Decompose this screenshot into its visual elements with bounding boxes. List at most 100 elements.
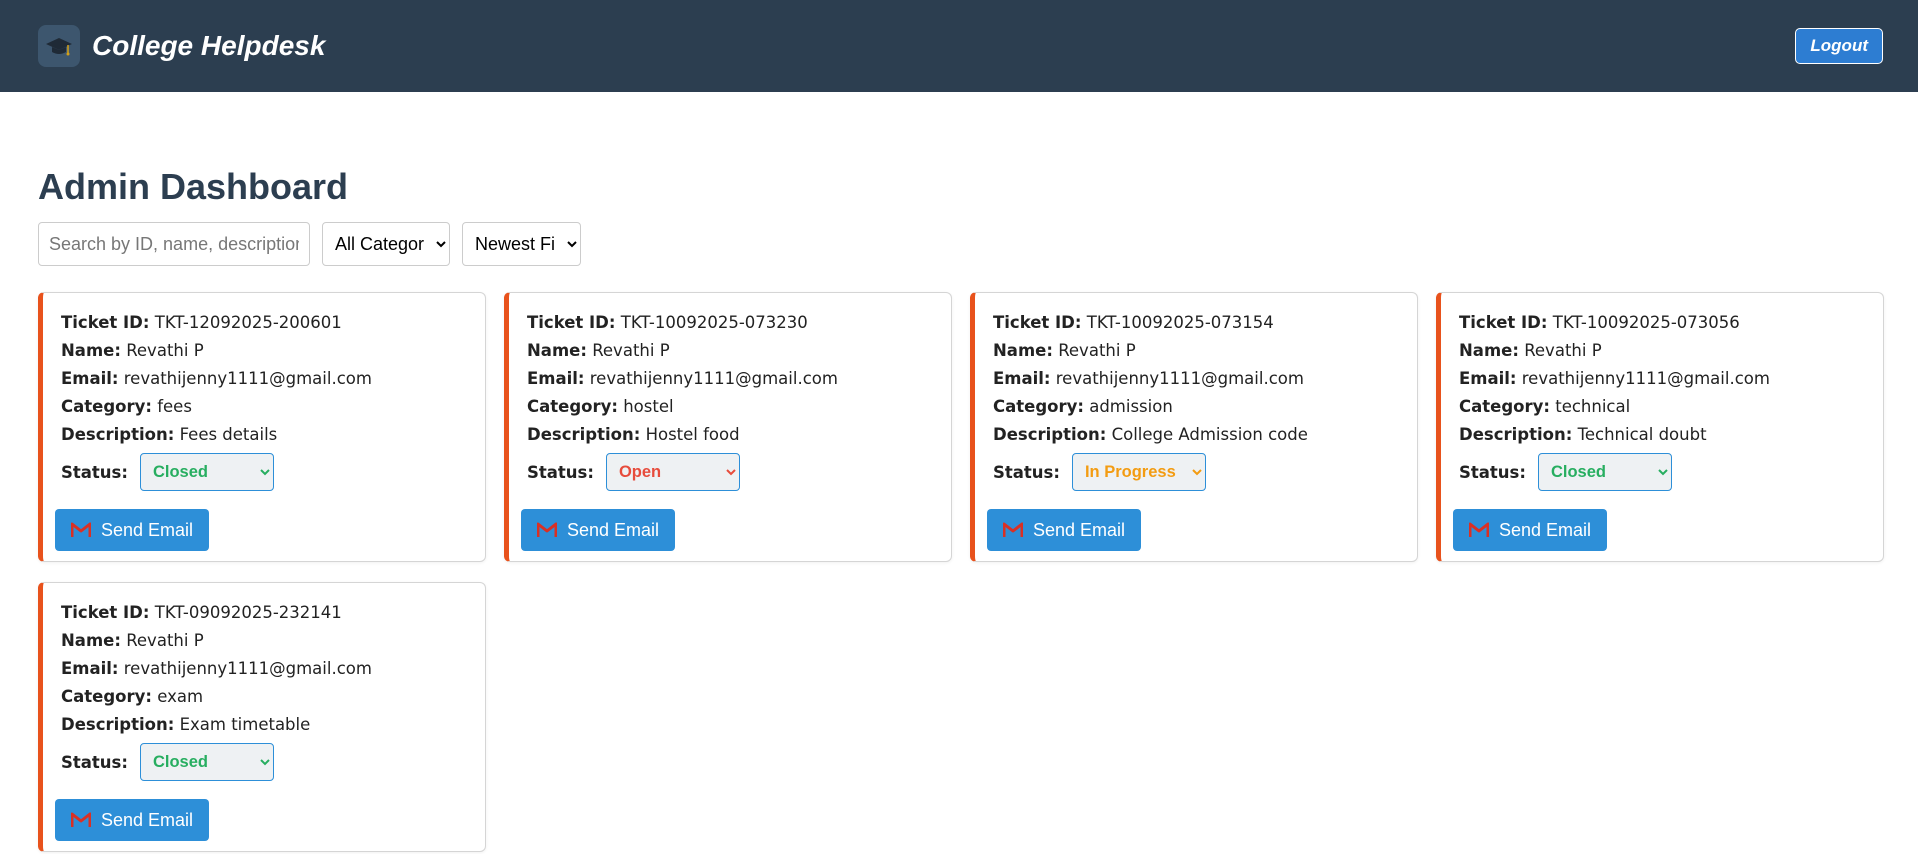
send-email-label: Send Email [100,519,194,540]
name-row: Name: Revathi P [993,337,1399,365]
gmail-icon [1468,522,1489,537]
email-label: Email: [61,369,119,388]
category-value: admission [1089,397,1173,416]
filter-bar: All Categories Newest First [38,222,1881,266]
status-select[interactable]: Closed [139,453,274,491]
category-row: Category: admission [993,393,1399,421]
status-row: Status: Closed [61,453,467,491]
email-value: revathijenny1111@gmail.com [1521,369,1770,388]
gmail-icon [1002,522,1023,537]
send-email-button[interactable]: Send Email [55,799,209,841]
main-content: Admin Dashboard All Categories Newest Fi… [0,162,1918,852]
description-value: Hostel food [645,425,740,444]
name-value: Revathi P [1058,341,1136,360]
category-label: Category: [527,397,618,416]
category-label: Category: [1459,397,1550,416]
brand[interactable]: College Helpdesk [38,25,325,67]
status-label: Status: [527,462,594,482]
name-label: Name: [61,341,121,360]
sort-select[interactable]: Newest First [462,222,581,266]
category-label: Category: [61,687,152,706]
ticket-id-label: Ticket ID: [61,603,150,622]
ticket-card: Ticket ID: TKT-10092025-073056 Name: Rev… [1436,292,1884,562]
status-row: Status: Open [527,453,933,491]
ticket-card: Ticket ID: TKT-10092025-073230 Name: Rev… [504,292,952,562]
email-value: revathijenny1111@gmail.com [1055,369,1304,388]
ticket-id-value: TKT-10092025-073154 [1086,313,1274,332]
category-filter-select[interactable]: All Categories [322,222,450,266]
name-row: Name: Revathi P [61,627,467,655]
email-row: Email: revathijenny1111@gmail.com [1459,365,1865,393]
category-row: Category: fees [61,393,467,421]
ticket-id-row: Ticket ID: TKT-10092025-073230 [527,309,933,337]
send-email-label: Send Email [1032,519,1126,540]
ticket-id-row: Ticket ID: TKT-09092025-232141 [61,599,467,627]
logout-button[interactable]: Logout [1795,28,1883,64]
email-row: Email: revathijenny1111@gmail.com [527,365,933,393]
status-select[interactable]: In Progress [1071,453,1206,491]
gmail-icon [70,812,91,827]
email-label: Email: [993,369,1051,388]
ticket-grid: Ticket ID: TKT-12092025-200601 Name: Rev… [38,292,1884,852]
category-label: Category: [61,397,152,416]
status-label: Status: [61,462,128,482]
category-value: hostel [623,397,674,416]
name-value: Revathi P [1524,341,1602,360]
email-row: Email: revathijenny1111@gmail.com [993,365,1399,393]
status-label: Status: [1459,462,1526,482]
status-select[interactable]: Closed [139,743,274,781]
category-value: fees [157,397,192,416]
email-row: Email: revathijenny1111@gmail.com [61,655,467,683]
name-value: Revathi P [592,341,670,360]
status-row: Status: In Progress [993,453,1399,491]
category-value: technical [1555,397,1631,416]
name-label: Name: [1459,341,1519,360]
status-label: Status: [61,752,128,772]
ticket-id-row: Ticket ID: TKT-12092025-200601 [61,309,467,337]
name-label: Name: [527,341,587,360]
name-row: Name: Revathi P [527,337,933,365]
ticket-card: Ticket ID: TKT-10092025-073154 Name: Rev… [970,292,1418,562]
status-row: Status: Closed [61,743,467,781]
description-label: Description: [1459,425,1573,444]
send-email-button[interactable]: Send Email [521,509,675,551]
send-email-button[interactable]: Send Email [987,509,1141,551]
description-label: Description: [527,425,641,444]
description-value: College Admission code [1111,425,1308,444]
name-label: Name: [993,341,1053,360]
ticket-id-label: Ticket ID: [1459,313,1548,332]
description-label: Description: [61,425,175,444]
send-email-label: Send Email [1498,519,1592,540]
email-value: revathijenny1111@gmail.com [123,659,372,678]
ticket-card: Ticket ID: TKT-09092025-232141 Name: Rev… [38,582,486,852]
gmail-icon [70,522,91,537]
graduation-cap-icon [38,25,80,67]
description-value: Technical doubt [1577,425,1707,444]
status-select[interactable]: Open [605,453,740,491]
ticket-id-row: Ticket ID: TKT-10092025-073154 [993,309,1399,337]
page-title: Admin Dashboard [38,166,349,207]
email-label: Email: [527,369,585,388]
ticket-id-value: TKT-10092025-073056 [1552,313,1740,332]
description-label: Description: [61,715,175,734]
send-email-button[interactable]: Send Email [1453,509,1607,551]
ticket-id-row: Ticket ID: TKT-10092025-073056 [1459,309,1865,337]
description-row: Description: Fees details [61,421,467,449]
category-row: Category: exam [61,683,467,711]
description-value: Fees details [179,425,278,444]
category-value: exam [157,687,204,706]
category-row: Category: technical [1459,393,1865,421]
email-value: revathijenny1111@gmail.com [589,369,838,388]
ticket-id-value: TKT-09092025-232141 [154,603,342,622]
ticket-id-value: TKT-12092025-200601 [154,313,342,332]
name-row: Name: Revathi P [1459,337,1865,365]
name-value: Revathi P [126,631,204,650]
status-select[interactable]: Closed [1537,453,1672,491]
search-input[interactable] [38,222,310,266]
send-email-button[interactable]: Send Email [55,509,209,551]
description-row: Description: Hostel food [527,421,933,449]
send-email-label: Send Email [100,809,194,830]
name-label: Name: [61,631,121,650]
app-title: College Helpdesk [92,30,326,61]
name-row: Name: Revathi P [61,337,467,365]
